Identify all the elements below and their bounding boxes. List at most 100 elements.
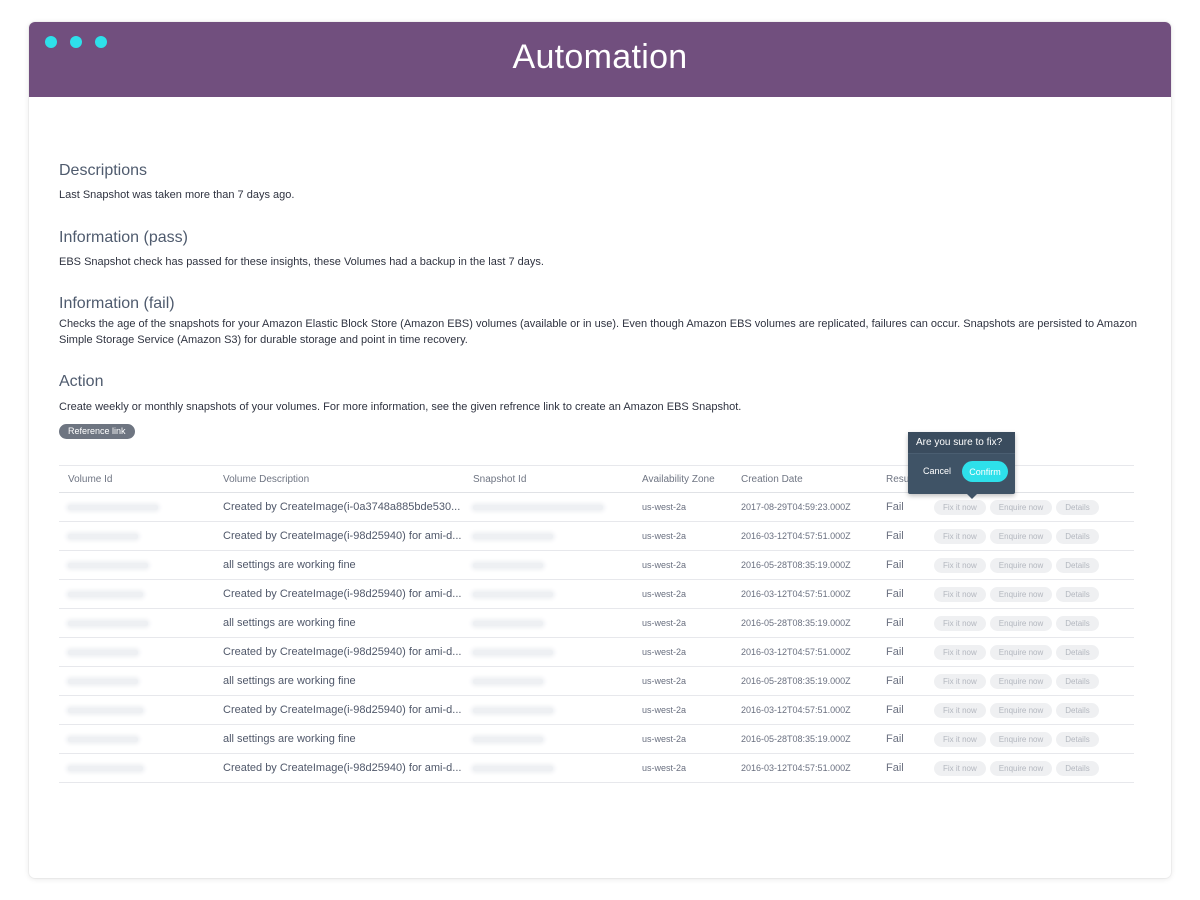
redacted-volume-id bbox=[68, 707, 143, 713]
creation-date-cell: 2016-03-12T04:57:51.000Z bbox=[741, 531, 851, 541]
details-button[interactable]: Details bbox=[1056, 731, 1099, 747]
redacted-snapshot-id bbox=[473, 504, 603, 510]
volume-id-cell bbox=[59, 667, 214, 696]
volume-description-cell: all settings are working fine bbox=[223, 617, 356, 629]
info-fail-heading: Information (fail) bbox=[59, 295, 175, 312]
creation-date-cell: 2016-03-12T04:57:51.000Z bbox=[741, 705, 851, 715]
creation-date-cell: 2016-05-28T08:35:19.000Z bbox=[741, 734, 851, 744]
enquire-now-button[interactable]: Enquire now bbox=[989, 499, 1053, 515]
table-row[interactable]: Created by CreateImage(i-98d25940) for a… bbox=[59, 696, 1134, 725]
table-row[interactable]: Created by CreateImage(i-98d25940) for a… bbox=[59, 522, 1134, 551]
reference-link-button[interactable]: Reference link bbox=[59, 424, 135, 439]
column-header-snapshot-id[interactable]: Snapshot Id bbox=[464, 466, 633, 493]
redacted-snapshot-id bbox=[473, 562, 543, 568]
details-button[interactable]: Details bbox=[1056, 557, 1099, 573]
descriptions-heading: Descriptions bbox=[59, 162, 148, 179]
row-actions-cell: Fix it now Enquire now Details bbox=[925, 609, 1134, 638]
snapshot-id-cell bbox=[464, 609, 633, 638]
details-button[interactable]: Details bbox=[1056, 702, 1099, 718]
volume-id-cell bbox=[59, 725, 214, 754]
availability-zone-cell: us-west-2a bbox=[642, 531, 687, 541]
details-button[interactable]: Details bbox=[1056, 673, 1099, 689]
enquire-now-button[interactable]: Enquire now bbox=[989, 731, 1053, 747]
result-cell: Fail bbox=[886, 588, 904, 600]
column-header-zone[interactable]: Availability Zone bbox=[633, 466, 732, 493]
enquire-now-button[interactable]: Enquire now bbox=[989, 760, 1053, 776]
snapshot-id-cell bbox=[464, 696, 633, 725]
row-actions-cell: Fix it now Enquire now Details bbox=[925, 754, 1134, 783]
fix-it-now-button[interactable]: Fix it now bbox=[934, 528, 986, 544]
fix-it-now-button[interactable]: Fix it now bbox=[934, 499, 986, 515]
redacted-snapshot-id bbox=[473, 533, 553, 539]
availability-zone-cell: us-west-2a bbox=[642, 647, 687, 657]
redacted-volume-id bbox=[68, 591, 143, 597]
result-cell: Fail bbox=[886, 675, 904, 687]
table-row[interactable]: Created by CreateImage(i-98d25940) for a… bbox=[59, 580, 1134, 609]
redacted-volume-id bbox=[68, 678, 138, 684]
redacted-snapshot-id bbox=[473, 591, 553, 597]
enquire-now-button[interactable]: Enquire now bbox=[989, 528, 1053, 544]
table-row[interactable]: all settings are working fine us-west-2a 2… bbox=[59, 725, 1134, 754]
result-cell: Fail bbox=[886, 559, 904, 571]
fix-it-now-button[interactable]: Fix it now bbox=[934, 615, 986, 631]
info-pass-heading: Information (pass) bbox=[59, 229, 188, 246]
confirm-fix-popover: Are you sure to fix? Cancel Confirm bbox=[908, 432, 1015, 499]
details-button[interactable]: Details bbox=[1056, 615, 1099, 631]
redacted-volume-id bbox=[68, 736, 138, 742]
enquire-now-button[interactable]: Enquire now bbox=[989, 702, 1053, 718]
redacted-snapshot-id bbox=[473, 620, 543, 626]
volume-description-cell: Created by CreateImage(i-98d25940) for a… bbox=[223, 646, 462, 658]
table-row[interactable]: all settings are working fine us-west-2a 2… bbox=[59, 609, 1134, 638]
creation-date-cell: 2016-05-28T08:35:19.000Z bbox=[741, 618, 851, 628]
fix-it-now-button[interactable]: Fix it now bbox=[934, 586, 986, 602]
table-row[interactable]: Created by CreateImage(i-98d25940) for a… bbox=[59, 754, 1134, 783]
row-actions-cell: Fix it now Enquire now Details bbox=[925, 696, 1134, 725]
volume-description-cell: Created by CreateImage(i-98d25940) for a… bbox=[223, 704, 462, 716]
fix-it-now-button[interactable]: Fix it now bbox=[934, 731, 986, 747]
descriptions-text: Last Snapshot was taken more than 7 days… bbox=[59, 189, 295, 201]
details-button[interactable]: Details bbox=[1056, 499, 1099, 515]
creation-date-cell: 2016-03-12T04:57:51.000Z bbox=[741, 589, 851, 599]
snapshot-id-cell bbox=[464, 551, 633, 580]
volume-description-cell: Created by CreateImage(i-98d25940) for a… bbox=[223, 762, 462, 774]
enquire-now-button[interactable]: Enquire now bbox=[989, 615, 1053, 631]
details-button[interactable]: Details bbox=[1056, 644, 1099, 660]
volume-description-cell: all settings are working fine bbox=[223, 733, 356, 745]
availability-zone-cell: us-west-2a bbox=[642, 763, 687, 773]
fix-it-now-button[interactable]: Fix it now bbox=[934, 673, 986, 689]
table-row[interactable]: Created by CreateImage(i-98d25940) for a… bbox=[59, 638, 1134, 667]
column-header-date[interactable]: Creation Date bbox=[732, 466, 877, 493]
enquire-now-button[interactable]: Enquire now bbox=[989, 586, 1053, 602]
action-heading: Action bbox=[59, 373, 104, 390]
fix-it-now-button[interactable]: Fix it now bbox=[934, 702, 986, 718]
table-row[interactable]: all settings are working fine us-west-2a 2… bbox=[59, 551, 1134, 580]
table-row[interactable]: all settings are working fine us-west-2a 2… bbox=[59, 667, 1134, 696]
details-button[interactable]: Details bbox=[1056, 760, 1099, 776]
row-actions-cell: Fix it now Enquire now Details bbox=[925, 493, 1134, 522]
fix-it-now-button[interactable]: Fix it now bbox=[934, 557, 986, 573]
redacted-snapshot-id bbox=[473, 736, 543, 742]
creation-date-cell: 2016-05-28T08:35:19.000Z bbox=[741, 560, 851, 570]
popover-confirm-button[interactable]: Confirm bbox=[962, 461, 1008, 482]
column-header-description[interactable]: Volume Description bbox=[214, 466, 464, 493]
fix-it-now-button[interactable]: Fix it now bbox=[934, 760, 986, 776]
action-text: Create weekly or monthly snapshots of yo… bbox=[59, 401, 742, 413]
volume-id-cell bbox=[59, 551, 214, 580]
volume-id-cell bbox=[59, 638, 214, 667]
details-button[interactable]: Details bbox=[1056, 586, 1099, 602]
result-cell: Fail bbox=[886, 733, 904, 745]
details-button[interactable]: Details bbox=[1056, 528, 1099, 544]
enquire-now-button[interactable]: Enquire now bbox=[989, 557, 1053, 573]
popover-cancel-button[interactable]: Cancel bbox=[923, 466, 951, 476]
snapshot-id-cell bbox=[464, 522, 633, 551]
snapshot-id-cell bbox=[464, 493, 633, 522]
column-header-volume-id[interactable]: Volume Id bbox=[59, 466, 214, 493]
redacted-volume-id bbox=[68, 562, 148, 568]
enquire-now-button[interactable]: Enquire now bbox=[989, 644, 1053, 660]
fix-it-now-button[interactable]: Fix it now bbox=[934, 644, 986, 660]
enquire-now-button[interactable]: Enquire now bbox=[989, 673, 1053, 689]
availability-zone-cell: us-west-2a bbox=[642, 705, 687, 715]
window-title: Automation bbox=[512, 38, 688, 76]
row-actions-cell: Fix it now Enquire now Details bbox=[925, 667, 1134, 696]
availability-zone-cell: us-west-2a bbox=[642, 589, 687, 599]
